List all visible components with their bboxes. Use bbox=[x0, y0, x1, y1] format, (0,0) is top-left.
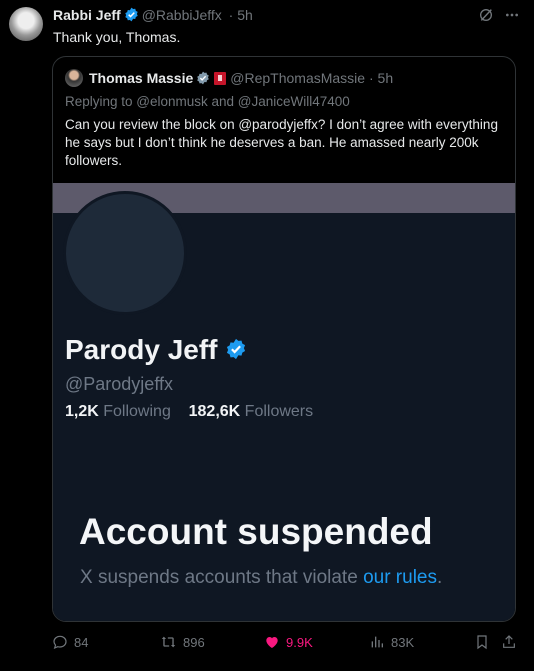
rules-link: our rules bbox=[363, 567, 437, 588]
bookmark-icon bbox=[474, 634, 490, 650]
like-button[interactable]: 9.9K bbox=[264, 634, 313, 650]
more-icon[interactable] bbox=[504, 7, 520, 28]
quote-author-name[interactable]: Thomas Massie bbox=[89, 70, 193, 86]
author-name[interactable]: Rabbi Jeff bbox=[53, 7, 121, 23]
repost-icon bbox=[160, 634, 177, 650]
tweet-time[interactable]: 5h bbox=[237, 7, 253, 23]
author-avatar[interactable] bbox=[9, 7, 43, 41]
author-handle[interactable]: @RabbiJeffx bbox=[142, 7, 222, 23]
views-button[interactable]: 83K bbox=[369, 634, 414, 650]
grok-icon[interactable] bbox=[478, 7, 494, 28]
profile-stats: 1,2K Following 182,6K Followers bbox=[65, 403, 313, 421]
profile-name: Parody Jeff bbox=[65, 334, 247, 367]
quoted-tweet[interactable]: Thomas Massie @RepThomasMassie · 5h Reply… bbox=[52, 56, 516, 622]
flag-icon bbox=[214, 72, 227, 85]
like-count: 9.9K bbox=[286, 634, 313, 650]
bookmark-button[interactable] bbox=[474, 634, 490, 650]
tweet-header-actions bbox=[478, 7, 520, 28]
repost-count: 896 bbox=[183, 634, 205, 650]
profile-handle: @Parodyjeffx bbox=[65, 374, 173, 394]
reply-icon bbox=[52, 634, 68, 650]
quote-author-handle[interactable]: @RepThomasMassie bbox=[230, 70, 365, 86]
profile-picture bbox=[63, 191, 187, 315]
reply-count: 84 bbox=[74, 634, 89, 650]
repost-button[interactable]: 896 bbox=[160, 634, 205, 650]
verified-badge-icon bbox=[225, 335, 247, 367]
quote-text: Can you review the block on @parodyjeffx… bbox=[65, 117, 498, 168]
views-count: 83K bbox=[391, 634, 415, 650]
tweet-text: Thank you, Thomas. bbox=[53, 29, 181, 45]
share-icon bbox=[501, 634, 517, 650]
suspended-title: Account suspended bbox=[79, 511, 433, 552]
quote-header: Thomas Massie @RepThomasMassie · 5h bbox=[65, 69, 393, 88]
suspended-text-main: X suspends accounts that violate bbox=[80, 567, 364, 588]
quote-time[interactable]: 5h bbox=[378, 70, 394, 86]
verified-badge-icon bbox=[196, 71, 210, 88]
suspended-text-end: . bbox=[436, 567, 443, 588]
share-button[interactable] bbox=[501, 634, 517, 650]
followers-count: 182,6K bbox=[188, 403, 241, 420]
following-count: 1,2K bbox=[65, 403, 99, 420]
tweet-actions: 84 896 9.9K 83K bbox=[52, 634, 518, 654]
reply-button[interactable]: 84 bbox=[52, 634, 88, 650]
quote-author-avatar[interactable] bbox=[65, 69, 83, 87]
profile-screenshot-image[interactable]: Parody Jeff @Parodyjeffx 1,2K Following … bbox=[53, 183, 515, 621]
views-icon bbox=[369, 634, 385, 650]
tweet-header: Rabbi Jeff @RabbiJeffx · 5h bbox=[53, 7, 253, 25]
verified-badge-icon[interactable] bbox=[124, 7, 139, 25]
replying-to: Replying to @elonmusk and @JaniceWill474… bbox=[65, 94, 350, 109]
following-label: Following bbox=[103, 403, 171, 420]
heart-icon bbox=[264, 634, 280, 650]
followers-label: Followers bbox=[244, 403, 314, 420]
suspended-text: X suspends accounts that violate our rul… bbox=[80, 567, 442, 589]
profile-name-text: Parody Jeff bbox=[65, 334, 218, 365]
